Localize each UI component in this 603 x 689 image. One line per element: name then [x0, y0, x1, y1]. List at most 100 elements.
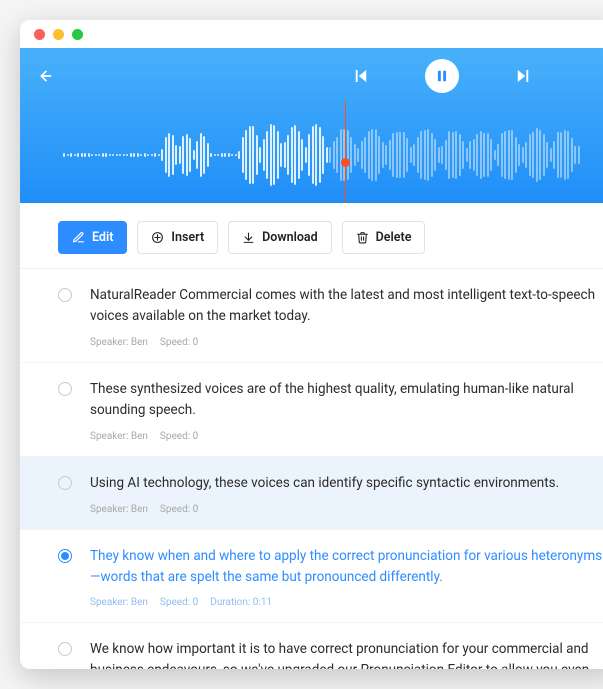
waveform-bar [102, 153, 104, 156]
skip-previous-icon [352, 67, 370, 85]
waveform-bar [455, 131, 457, 179]
waveform-bar [480, 131, 482, 178]
segment-speed: Speed: 0 [160, 504, 198, 515]
waveform-bar [431, 133, 433, 177]
waveform-bar [105, 153, 107, 157]
segment-radio[interactable] [58, 642, 72, 656]
player-header [20, 48, 603, 203]
waveform-bar [196, 141, 198, 170]
waveform-bar [221, 153, 223, 157]
waveform-bar [284, 142, 286, 167]
waveform-bar [532, 132, 534, 178]
skip-next-icon [514, 67, 532, 85]
waveform-bar [77, 153, 79, 156]
segment-row[interactable]: Using AI technology, these voices can id… [20, 457, 603, 530]
segment-body: They know when and where to apply the co… [90, 546, 603, 609]
waveform-bar [438, 147, 440, 163]
waveform-bar [116, 154, 118, 156]
playhead-handle[interactable] [341, 158, 350, 167]
waveform-bar [410, 147, 412, 162]
window-titlebar [20, 20, 603, 48]
previous-track-button[interactable] [352, 67, 370, 85]
waveform-bar [301, 139, 303, 172]
waveform-bar [396, 132, 398, 178]
delete-button[interactable]: Delete [342, 221, 426, 254]
segment-row[interactable]: NaturalReader Commercial comes with the … [20, 269, 603, 363]
pencil-icon [72, 231, 85, 244]
waveform-bar [259, 147, 261, 164]
waveform-bar [95, 154, 97, 156]
download-button[interactable]: Download [228, 221, 332, 254]
waveform-bar [448, 131, 450, 179]
waveform-bar [207, 143, 209, 167]
segment-meta: Speaker: BenSpeed: 0Duration: 0:11 [90, 597, 603, 608]
segment-row[interactable]: These synthesized voices are of the high… [20, 363, 603, 457]
waveform-bar [476, 134, 478, 176]
window-close-button[interactable] [34, 29, 45, 40]
waveform-bar [200, 133, 202, 178]
waveform-bar [539, 130, 541, 179]
pause-icon [435, 69, 449, 83]
window-zoom-button[interactable] [72, 29, 83, 40]
window-minimize-button[interactable] [53, 29, 64, 40]
waveform-bar [189, 138, 191, 171]
waveform-bar [147, 154, 149, 157]
waveform-bar [546, 142, 548, 168]
waveform-bar [466, 148, 468, 162]
segment-speaker: Speaker: Ben [90, 431, 148, 442]
waveform-bar [357, 148, 359, 163]
insert-button[interactable]: Insert [137, 221, 218, 254]
segment-speaker: Speaker: Ben [90, 597, 148, 608]
waveform-bar [382, 142, 384, 169]
waveform-bar [217, 154, 219, 156]
segment-body: NaturalReader Commercial comes with the … [90, 285, 603, 348]
trash-icon [356, 231, 369, 244]
segment-row[interactable]: They know when and where to apply the co… [20, 530, 603, 624]
waveform-bar [287, 135, 289, 175]
waveform-bar [291, 127, 293, 183]
waveform-bar [214, 154, 216, 157]
segment-radio[interactable] [58, 476, 72, 490]
segment-row[interactable]: We know how important it is to have corr… [20, 623, 603, 669]
waveform-bar [88, 153, 90, 157]
waveform-bar [518, 144, 520, 166]
waveform-bar [567, 131, 569, 179]
waveform-bar [529, 134, 531, 176]
waveform-bar [424, 130, 426, 179]
waveform-bar [413, 144, 415, 167]
waveform-bar [557, 132, 559, 178]
edit-button[interactable]: Edit [58, 221, 127, 254]
waveform-bar [126, 154, 128, 156]
waveform-bar [420, 131, 422, 180]
waveform-bar [294, 125, 296, 184]
waveform-bar [550, 148, 552, 161]
waveform-bar [406, 138, 408, 173]
player-controls [20, 48, 603, 104]
waveform-bar [84, 153, 86, 157]
segment-radio[interactable] [58, 288, 72, 302]
segment-radio[interactable] [58, 549, 72, 563]
waveform-bar [522, 147, 524, 163]
waveform-bar [508, 130, 510, 180]
waveform-bar [459, 134, 461, 176]
waveform-bar [151, 154, 153, 156]
waveform-bar [329, 147, 331, 163]
waveform-bar [119, 154, 121, 156]
segment-text: Using AI technology, these voices can id… [90, 473, 603, 494]
waveform-bar [312, 126, 314, 183]
waveform-bar [193, 150, 195, 160]
segment-radio[interactable] [58, 382, 72, 396]
segment-list: NaturalReader Commercial comes with the … [20, 269, 603, 669]
segment-speed: Speed: 0 [160, 597, 198, 608]
pause-button[interactable] [425, 59, 459, 93]
audio-waveform[interactable] [20, 115, 603, 195]
waveform-bar [336, 137, 338, 174]
next-track-button[interactable] [514, 67, 532, 85]
back-button[interactable] [38, 68, 54, 84]
waveform-bar [224, 153, 226, 156]
waveform-bar [417, 137, 419, 173]
waveform-bar [280, 143, 282, 167]
waveform-bar [70, 153, 72, 156]
waveform-bar [560, 132, 562, 177]
waveform-bar [473, 139, 475, 171]
